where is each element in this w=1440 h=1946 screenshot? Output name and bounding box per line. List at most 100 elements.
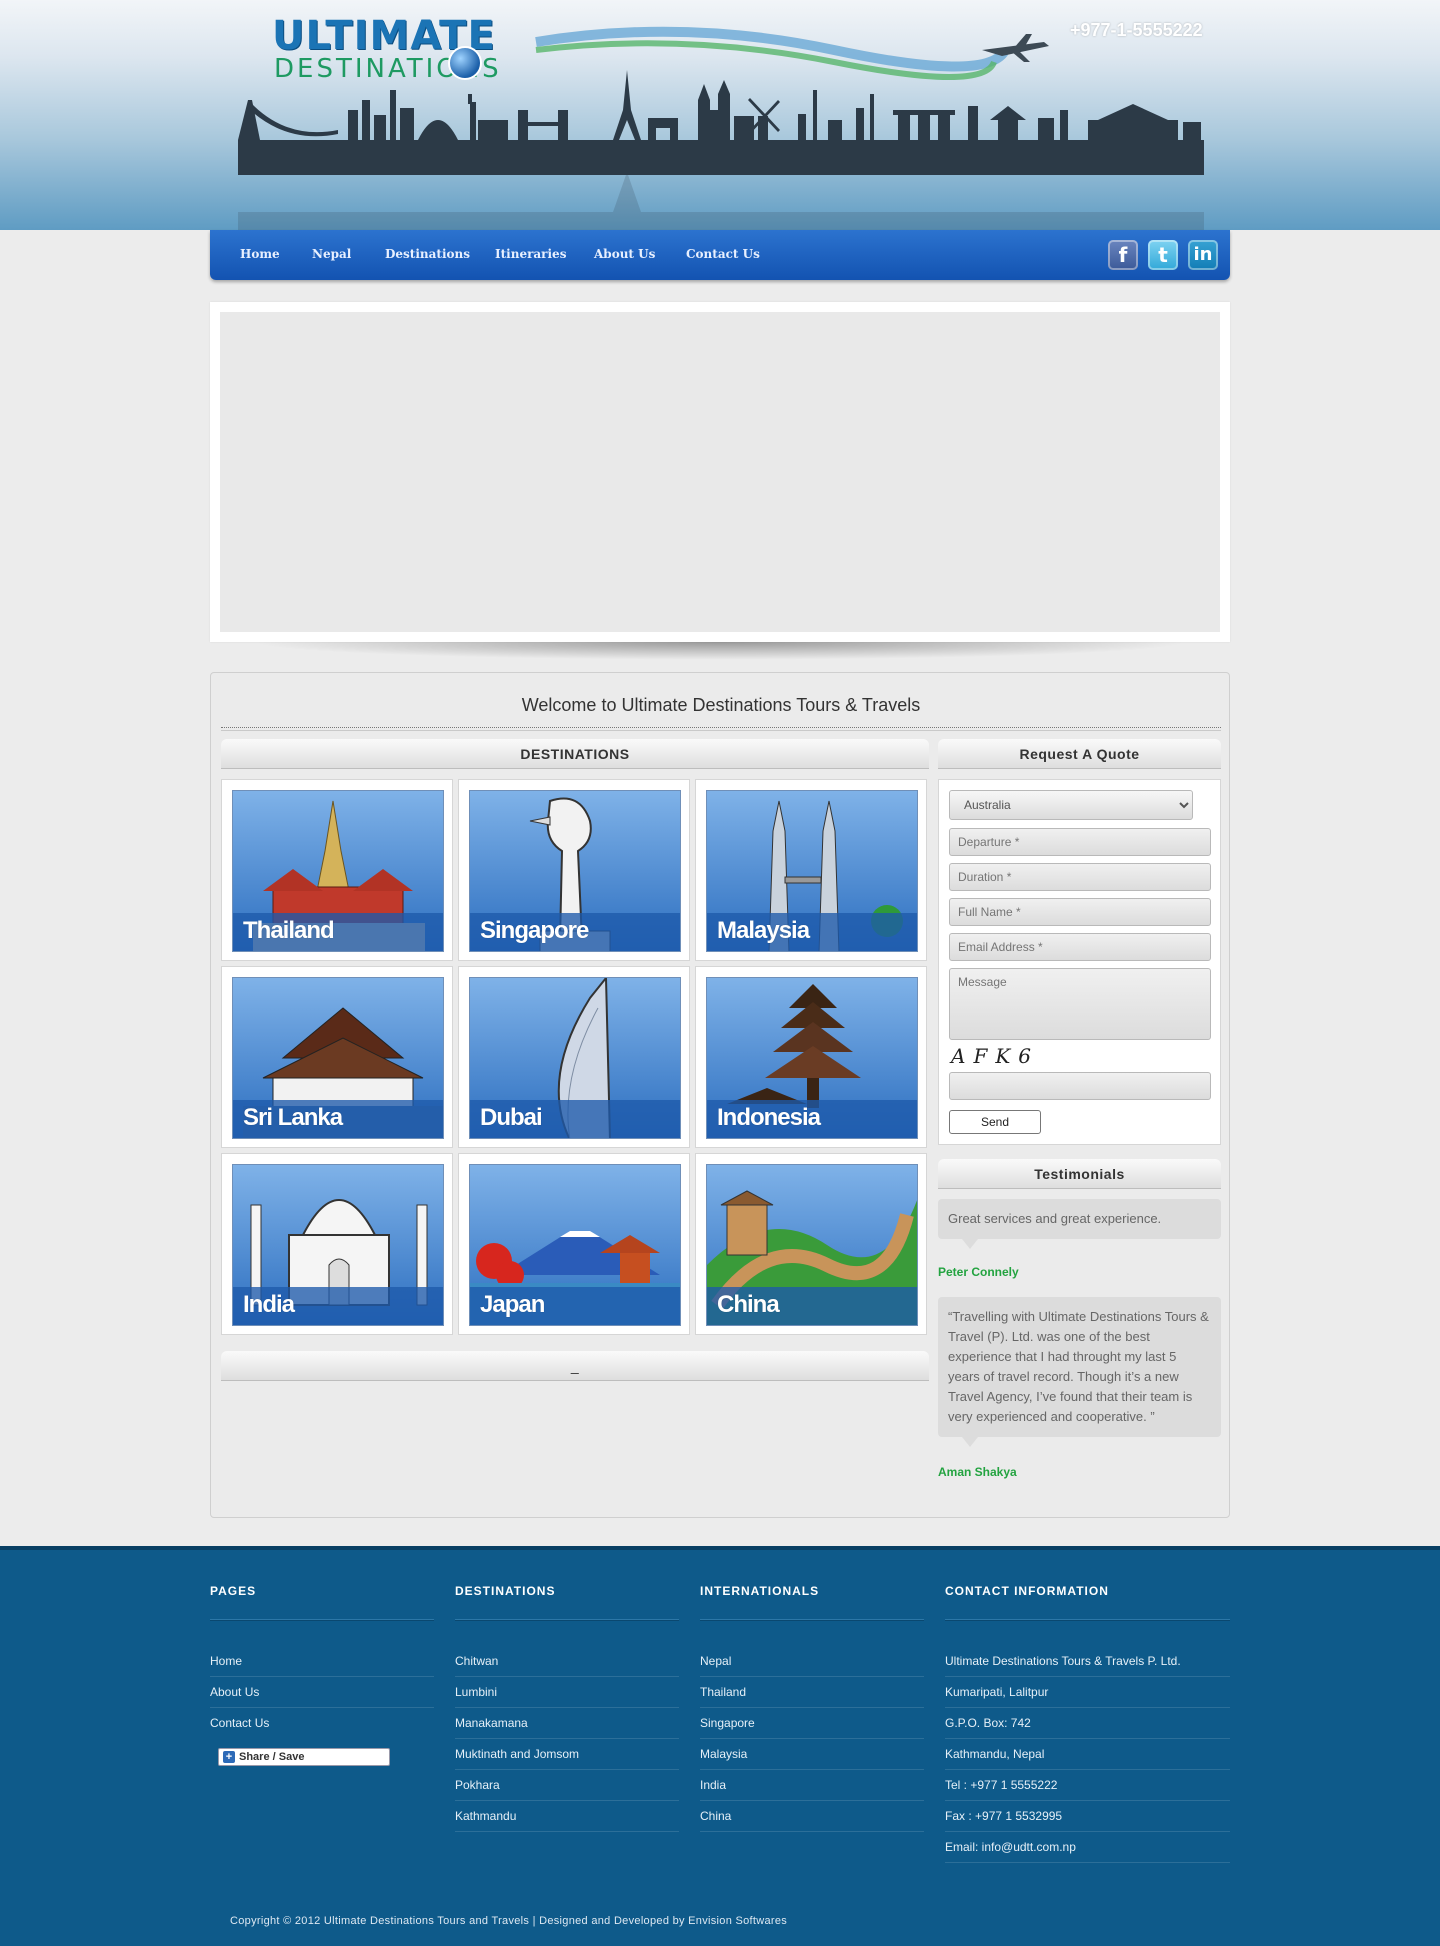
header-phone: +977-1-5555222 <box>1070 20 1203 40</box>
china-image: China <box>706 1164 918 1326</box>
site-header: ULTIMATE DESTINATIONS +977-1-5555222 <box>0 0 1440 232</box>
nav-itineraries[interactable]: Itineraries <box>495 247 566 261</box>
contact-po-box: G.P.O. Box: 742 <box>945 1708 1230 1739</box>
destination-title: Sri Lanka <box>243 1104 343 1131</box>
contact-email[interactable]: Email: info@udtt.com.np <box>945 1832 1230 1863</box>
destination-card-malaysia[interactable]: Malaysia <box>695 779 927 961</box>
send-button[interactable]: Send <box>949 1110 1041 1134</box>
testimonials-heading: Testimonials <box>938 1159 1221 1189</box>
footer-link[interactable]: Lumbini <box>455 1677 679 1708</box>
footer-heading: INTERNATIONALS <box>700 1584 924 1620</box>
quote-form: Australia AFK6 Send <box>938 779 1221 1145</box>
footer-link[interactable]: Home <box>210 1646 434 1677</box>
footer-link[interactable]: India <box>700 1770 924 1801</box>
footer-link[interactable]: Singapore <box>700 1708 924 1739</box>
footer-link[interactable]: Nepal <box>700 1646 924 1677</box>
country-select[interactable]: Australia <box>949 790 1193 820</box>
slider-viewport[interactable] <box>220 312 1220 632</box>
destination-title: Dubai <box>480 1104 543 1131</box>
japan-image: Japan <box>469 1164 681 1326</box>
contact-tel: Tel : +977 1 5555222 <box>945 1770 1230 1801</box>
nav-about-us[interactable]: About Us <box>594 247 655 261</box>
destination-card-china[interactable]: China <box>695 1153 927 1335</box>
destination-card-india[interactable]: India <box>221 1153 453 1335</box>
footer-heading: DESTINATIONS <box>455 1584 679 1620</box>
footer-internationals-column: INTERNATIONALS Nepal Thailand Singapore … <box>700 1584 924 1832</box>
footer-link-list: Chitwan Lumbini Manakamana Muktinath and… <box>455 1646 679 1832</box>
testimonial-quote: “Travelling with Ultimate Destinations T… <box>938 1297 1221 1447</box>
plus-icon: + <box>223 1751 235 1763</box>
destination-card-sri-lanka[interactable]: Sri Lanka <box>221 966 453 1148</box>
nav-home[interactable]: Home <box>240 247 280 261</box>
malaysia-image: Malaysia <box>706 790 918 952</box>
main-content: Welcome to Ultimate Destinations Tours &… <box>210 672 1230 1518</box>
duration-input[interactable] <box>949 863 1211 891</box>
footer-contact-list: Ultimate Destinations Tours & Travels P.… <box>945 1646 1230 1863</box>
captcha-image: AFK6 <box>951 1044 1039 1068</box>
email-input[interactable] <box>949 933 1211 961</box>
footer-pages-column: PAGES Home About Us Contact Us <box>210 1584 434 1739</box>
message-input[interactable] <box>949 968 1211 1040</box>
footer-link[interactable]: Pokhara <box>455 1770 679 1801</box>
captcha-input[interactable] <box>949 1072 1211 1100</box>
destinations-footer-bar: _ <box>221 1351 929 1381</box>
destination-title: Malaysia <box>717 917 810 944</box>
welcome-divider <box>221 727 1221 731</box>
skyline-reflection-graphic <box>238 172 1204 232</box>
testimonial-author: Aman Shakya <box>938 1465 1017 1479</box>
destination-card-japan[interactable]: Japan <box>458 1153 690 1335</box>
sri-lanka-image: Sri Lanka <box>232 977 444 1139</box>
main-navigation: Home Nepal Destinations Itineraries Abou… <box>210 230 1230 280</box>
nav-nepal[interactable]: Nepal <box>312 247 351 261</box>
footer-link[interactable]: China <box>700 1801 924 1832</box>
footer-contact-column: CONTACT INFORMATION Ultimate Destination… <box>945 1584 1230 1863</box>
contact-address: Kumaripati, Lalitpur <box>945 1677 1230 1708</box>
destination-title: China <box>717 1291 780 1318</box>
footer-link[interactable]: Contact Us <box>210 1708 434 1739</box>
welcome-heading: Welcome to Ultimate Destinations Tours &… <box>521 695 921 715</box>
nav-destinations[interactable]: Destinations <box>385 247 470 261</box>
footer-link[interactable]: Kathmandu <box>455 1801 679 1832</box>
indonesia-image: Indonesia <box>706 977 918 1139</box>
testimonial-quote: Great services and great experience. <box>938 1199 1221 1249</box>
twitter-icon[interactable]: t <box>1148 240 1178 270</box>
destination-title: Singapore <box>480 917 589 944</box>
footer-link[interactable]: Manakamana <box>455 1708 679 1739</box>
dubai-image: Dubai <box>469 977 681 1139</box>
thailand-image: Thailand <box>232 790 444 952</box>
destination-card-dubai[interactable]: Dubai <box>458 966 690 1148</box>
singapore-image: Singapore <box>469 790 681 952</box>
destination-card-indonesia[interactable]: Indonesia <box>695 966 927 1148</box>
slider-shadow <box>250 642 1190 660</box>
facebook-icon[interactable]: f <box>1108 240 1138 270</box>
linkedin-icon[interactable]: in <box>1188 240 1218 270</box>
footer-destinations-column: DESTINATIONS Chitwan Lumbini Manakamana … <box>455 1584 679 1832</box>
footer-link-list: Nepal Thailand Singapore Malaysia India … <box>700 1646 924 1832</box>
departure-input[interactable] <box>949 828 1211 856</box>
destination-card-singapore[interactable]: Singapore <box>458 779 690 961</box>
india-image: India <box>232 1164 444 1326</box>
footer-link[interactable]: Muktinath and Jomsom <box>455 1739 679 1770</box>
copyright-text: Copyright © 2012 Ultimate Destinations T… <box>230 1915 788 1927</box>
footer-link-list: Home About Us Contact Us <box>210 1646 434 1739</box>
full-name-input[interactable] <box>949 898 1211 926</box>
footer-link[interactable]: Malaysia <box>700 1739 924 1770</box>
footer-heading: CONTACT INFORMATION <box>945 1584 1230 1620</box>
footer-heading: PAGES <box>210 1584 434 1620</box>
contact-fax: Fax : +977 1 5532995 <box>945 1801 1230 1832</box>
share-save-button[interactable]: + Share / Save <box>218 1748 390 1766</box>
footer-link[interactable]: Thailand <box>700 1677 924 1708</box>
footer-link[interactable]: Chitwan <box>455 1646 679 1677</box>
request-quote-heading: Request A Quote <box>938 739 1221 769</box>
testimonial-author: Peter Connely <box>938 1265 1019 1279</box>
destination-title: Thailand <box>243 917 335 944</box>
image-slider <box>210 302 1230 642</box>
nav-contact-us[interactable]: Contact Us <box>686 247 760 261</box>
destination-title: Indonesia <box>717 1104 821 1131</box>
destination-title: India <box>243 1291 295 1318</box>
destination-card-thailand[interactable]: Thailand <box>221 779 453 961</box>
contact-company: Ultimate Destinations Tours & Travels P.… <box>945 1646 1230 1677</box>
world-skyline-graphic <box>238 70 1204 175</box>
footer-link[interactable]: About Us <box>210 1677 434 1708</box>
destination-title: Japan <box>480 1291 545 1318</box>
